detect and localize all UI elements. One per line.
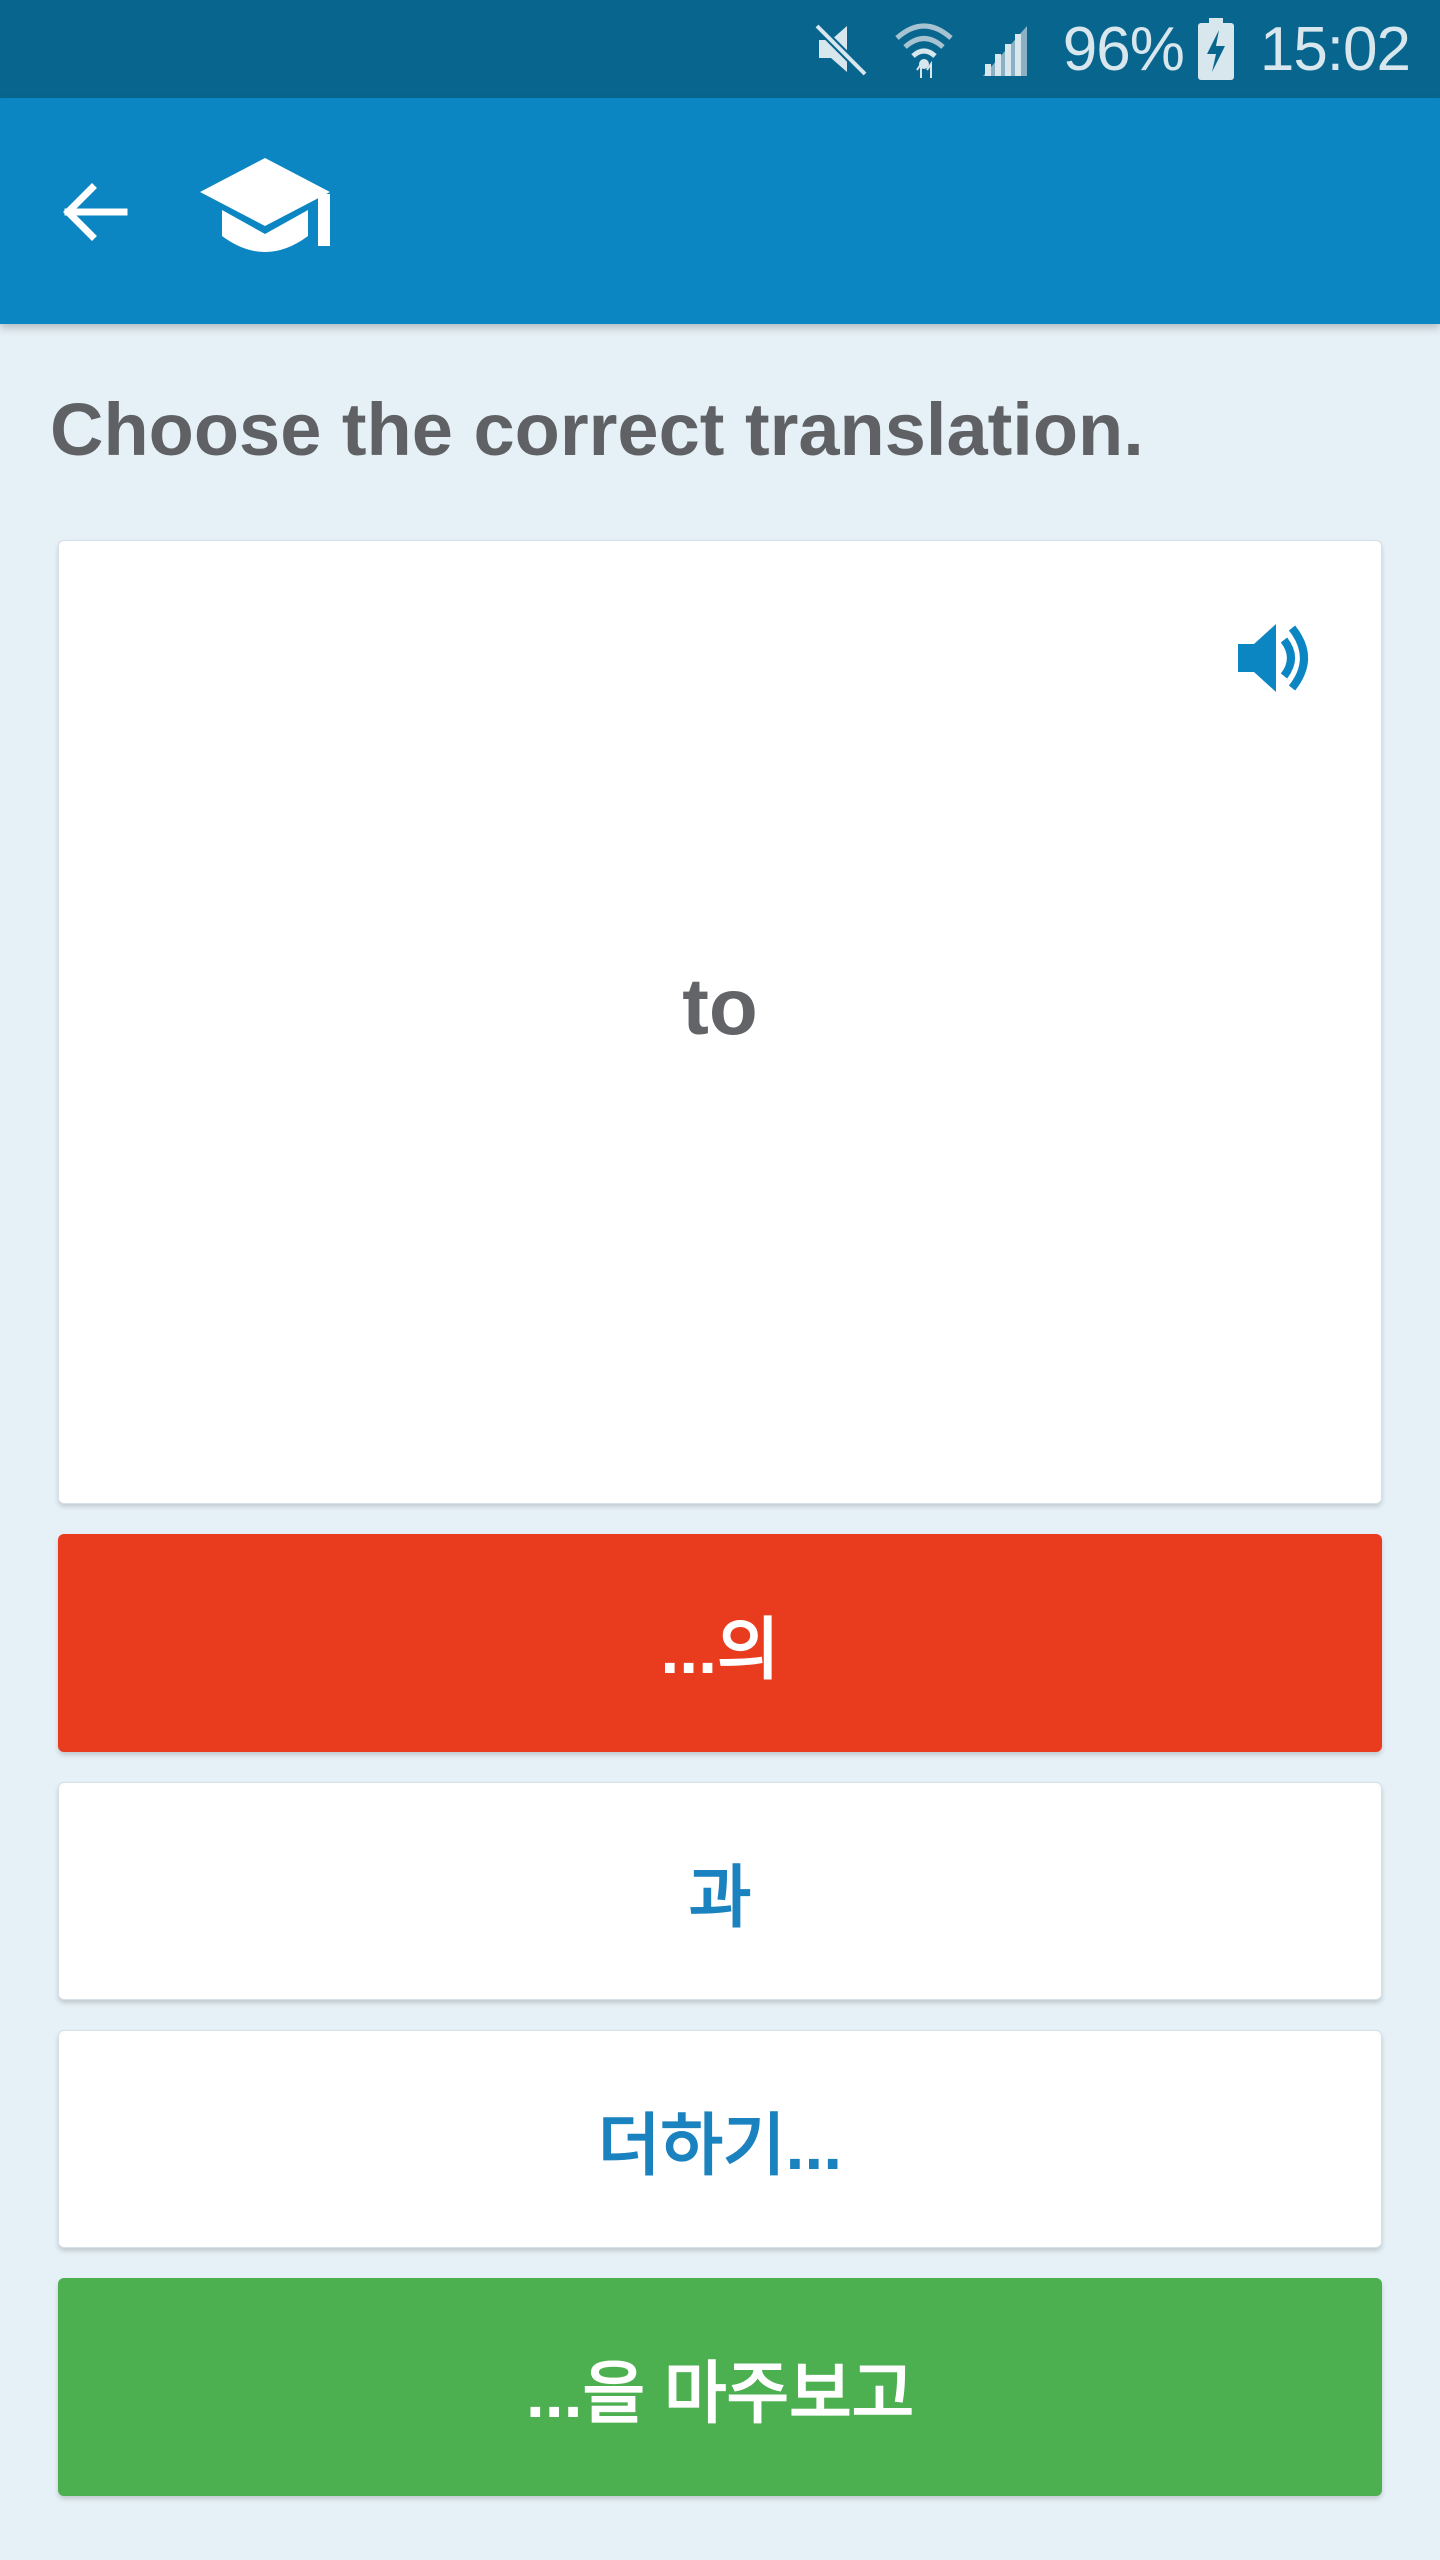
answer-option-correct[interactable]: ...을 마주보고 — [58, 2278, 1382, 2496]
prompt-word: to — [682, 962, 758, 1051]
answer-option[interactable]: 더하기... — [58, 2030, 1382, 2248]
word-card: to — [58, 540, 1382, 1504]
play-audio-button[interactable] — [1231, 613, 1321, 703]
answer-label: ...을 마주보고 — [525, 2355, 915, 2432]
answer-label: ...의 — [660, 1611, 780, 1688]
answer-option[interactable]: 과 — [58, 1782, 1382, 2000]
arrow-left-icon — [63, 183, 128, 241]
answer-label: 과 — [688, 1859, 752, 1936]
wifi-icon — [893, 20, 955, 78]
signal-icon — [977, 20, 1033, 78]
back-button[interactable] — [52, 170, 136, 254]
battery-percent: 96% — [1062, 14, 1185, 84]
clock: 15:02 — [1259, 14, 1411, 84]
answer-option-incorrect[interactable]: ...의 — [58, 1534, 1382, 1752]
app-bar — [0, 98, 1440, 324]
status-bar: 96% 15:02 — [0, 0, 1440, 98]
answer-label: 더하기... — [597, 2107, 843, 2184]
speaker-icon — [1238, 624, 1308, 692]
graduation-cap-icon — [196, 154, 334, 272]
mute-icon — [811, 20, 871, 78]
quiz-instruction: Choose the correct translation. — [50, 388, 1144, 471]
battery-charging-icon — [1197, 18, 1234, 80]
